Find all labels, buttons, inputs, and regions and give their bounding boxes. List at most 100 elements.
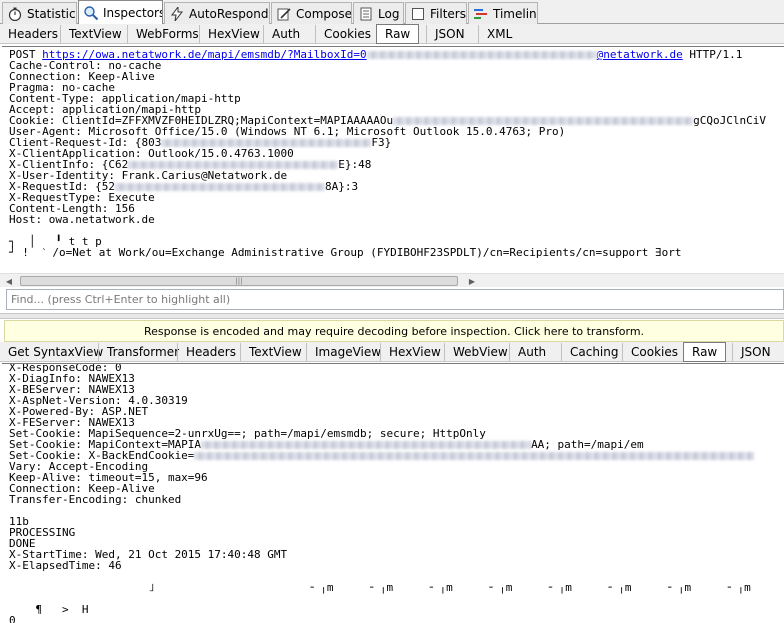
request-horizontal-scrollbar[interactable]: ◀ ||| ▶ — [0, 273, 784, 287]
scroll-left-arrow-icon[interactable]: ◀ — [2, 274, 16, 288]
request-raw-pane[interactable]: POST https://owa.netatwork.de/mapi/emsmd… — [2, 46, 784, 273]
tab-label: Inspectors — [103, 6, 163, 20]
tab-label: Raw — [692, 345, 718, 359]
tab-autoresponder[interactable]: AutoResponder — [164, 2, 270, 24]
header-line: Transfer-Encoding: chunked — [9, 493, 182, 506]
find-placeholder: Find... (press Ctrl+Enter to highlight a… — [11, 293, 231, 306]
tab-label: Headers — [8, 27, 58, 41]
pane-splitter[interactable] — [0, 313, 784, 319]
body-line: 0 — [9, 614, 16, 623]
tab-label: Auth — [272, 27, 301, 41]
header-line-tail: AA; path=/mapi/em — [531, 438, 644, 451]
tab-label: JSON — [741, 345, 771, 359]
decode-info-bar[interactable]: Response is encoded and may require deco… — [4, 320, 784, 342]
redacted-text — [201, 441, 532, 449]
tab-label: HexView — [389, 345, 441, 359]
tab-label: Filters — [430, 6, 466, 21]
tab-label: WebView — [453, 345, 508, 359]
tab-composer[interactable]: Composer — [271, 2, 352, 24]
tab-label: Cookies — [631, 345, 678, 359]
response-tab-transformer[interactable]: Transformer — [98, 343, 179, 361]
response-inspector-tabs: Get SyntaxView Transformer Headers TextV… — [0, 342, 784, 362]
request-inspector-tabs: Headers TextView WebForms HexView Auth C… — [0, 24, 784, 44]
checkbox-icon — [410, 6, 426, 22]
redacted-text — [114, 183, 325, 191]
response-tab-cookies[interactable]: Cookies — [622, 343, 678, 361]
redacted-text — [393, 117, 694, 125]
response-tab-raw[interactable]: Raw — [683, 342, 727, 362]
response-tab-textview[interactable]: TextView — [240, 343, 302, 361]
header-line-tail: F3} — [371, 136, 392, 149]
tab-label: ImageView — [315, 345, 382, 359]
find-input[interactable]: Find... (press Ctrl+Enter to highlight a… — [6, 289, 784, 310]
request-tab-json[interactable]: JSON — [426, 25, 465, 43]
timeline-icon — [473, 6, 489, 22]
response-tab-imageview[interactable]: ImageView — [306, 343, 381, 361]
request-tab-cookies[interactable]: Cookies — [315, 25, 371, 43]
request-tab-xml[interactable]: XML — [478, 25, 512, 43]
tab-timeline[interactable]: Timeline — [468, 2, 538, 24]
lightning-icon — [169, 6, 185, 22]
request-tab-raw[interactable]: Raw — [376, 24, 420, 44]
tab-label: JSON — [435, 27, 465, 41]
tab-label: TextView — [249, 345, 302, 359]
response-tab-hexview[interactable]: HexView — [380, 343, 441, 361]
header-line: Host: owa.netatwork.de — [9, 213, 155, 226]
tab-label: Caching — [570, 345, 619, 359]
tab-label: Timeline — [493, 6, 537, 21]
tab-label: XML — [487, 27, 513, 41]
grip-icon: ||| — [235, 277, 243, 285]
response-raw-pane[interactable]: X-ResponseCode: 0 X-DiagInfo: NAWEX13 X-… — [2, 363, 784, 623]
tab-label: AutoResponder — [189, 6, 269, 21]
tab-label: WebForms — [136, 27, 199, 41]
main-tab-bar: Statistics Inspectors AutoResponder Comp… — [0, 0, 784, 25]
url-tail-text: @netatwork.de — [596, 48, 683, 61]
redacted-text — [161, 139, 372, 147]
pencil-icon — [276, 6, 292, 22]
stopwatch-icon — [7, 6, 23, 22]
tab-label: Statistics — [27, 6, 77, 21]
tab-label: Get SyntaxView — [8, 345, 104, 359]
response-raw-text: X-ResponseCode: 0 X-DiagInfo: NAWEX13 X-… — [9, 364, 784, 623]
tab-inspectors[interactable]: Inspectors — [78, 0, 163, 25]
response-tab-auth[interactable]: Auth — [509, 343, 546, 361]
redacted-text — [366, 51, 597, 59]
body-line: ┘ ! ˋ /o=Net at Work/ou=Exchange Adminis… — [9, 246, 682, 259]
body-line: X-ElapsedTime: 46 — [9, 559, 122, 572]
request-tab-textview[interactable]: TextView — [60, 25, 122, 43]
header-line-tail: 8A}:3 — [324, 180, 359, 193]
response-tab-json[interactable]: JSON — [732, 343, 771, 361]
request-protocol: HTTP/1.1 — [689, 48, 743, 61]
request-tab-auth[interactable]: Auth — [263, 25, 300, 43]
tab-statistics[interactable]: Statistics — [2, 2, 77, 24]
magnifier-icon — [83, 5, 99, 21]
tab-log[interactable]: Log — [353, 2, 404, 24]
tab-label: Transformer — [107, 345, 180, 359]
redacted-text — [128, 161, 339, 169]
tab-label: Cookies — [324, 27, 371, 41]
request-tab-headers[interactable]: Headers — [0, 25, 58, 43]
body-line: ¶ > H — [9, 603, 89, 616]
tab-filters[interactable]: Filters — [405, 2, 467, 24]
redacted-text — [194, 452, 755, 460]
header-line-tail: E}:48 — [338, 158, 372, 171]
request-tab-hexview[interactable]: HexView — [199, 25, 260, 43]
response-tab-get-syntaxview[interactable]: Get SyntaxView — [0, 343, 103, 361]
tab-label: Raw — [385, 27, 411, 41]
header-line-tail: gCQoJClnCiV — [693, 114, 766, 127]
log-icon — [358, 6, 374, 22]
scroll-right-arrow-icon[interactable]: ▶ — [465, 274, 479, 288]
tab-label: Log — [378, 6, 400, 21]
response-tab-headers[interactable]: Headers — [177, 343, 236, 361]
body-line: ˩ ╶ ╷m ╶ ╷m ╶ ╷m ╶ ╷m ╶ ╷m ╶ ╷m ╶ ╷m ╶ ╷… — [9, 581, 751, 594]
response-tab-webview[interactable]: WebView — [444, 343, 508, 361]
tab-label: Composer — [296, 6, 352, 21]
response-tab-caching[interactable]: Caching — [561, 343, 619, 361]
tab-label: Auth — [518, 345, 547, 359]
tab-label: Headers — [186, 345, 236, 359]
info-bar-text: Response is encoded and may require deco… — [143, 324, 645, 338]
request-tab-webforms[interactable]: WebForms — [127, 25, 199, 43]
tab-label: TextView — [69, 27, 122, 41]
scrollbar-thumb[interactable]: ||| — [20, 276, 458, 286]
request-raw-text: POST https://owa.netatwork.de/mapi/emsmd… — [9, 49, 784, 258]
